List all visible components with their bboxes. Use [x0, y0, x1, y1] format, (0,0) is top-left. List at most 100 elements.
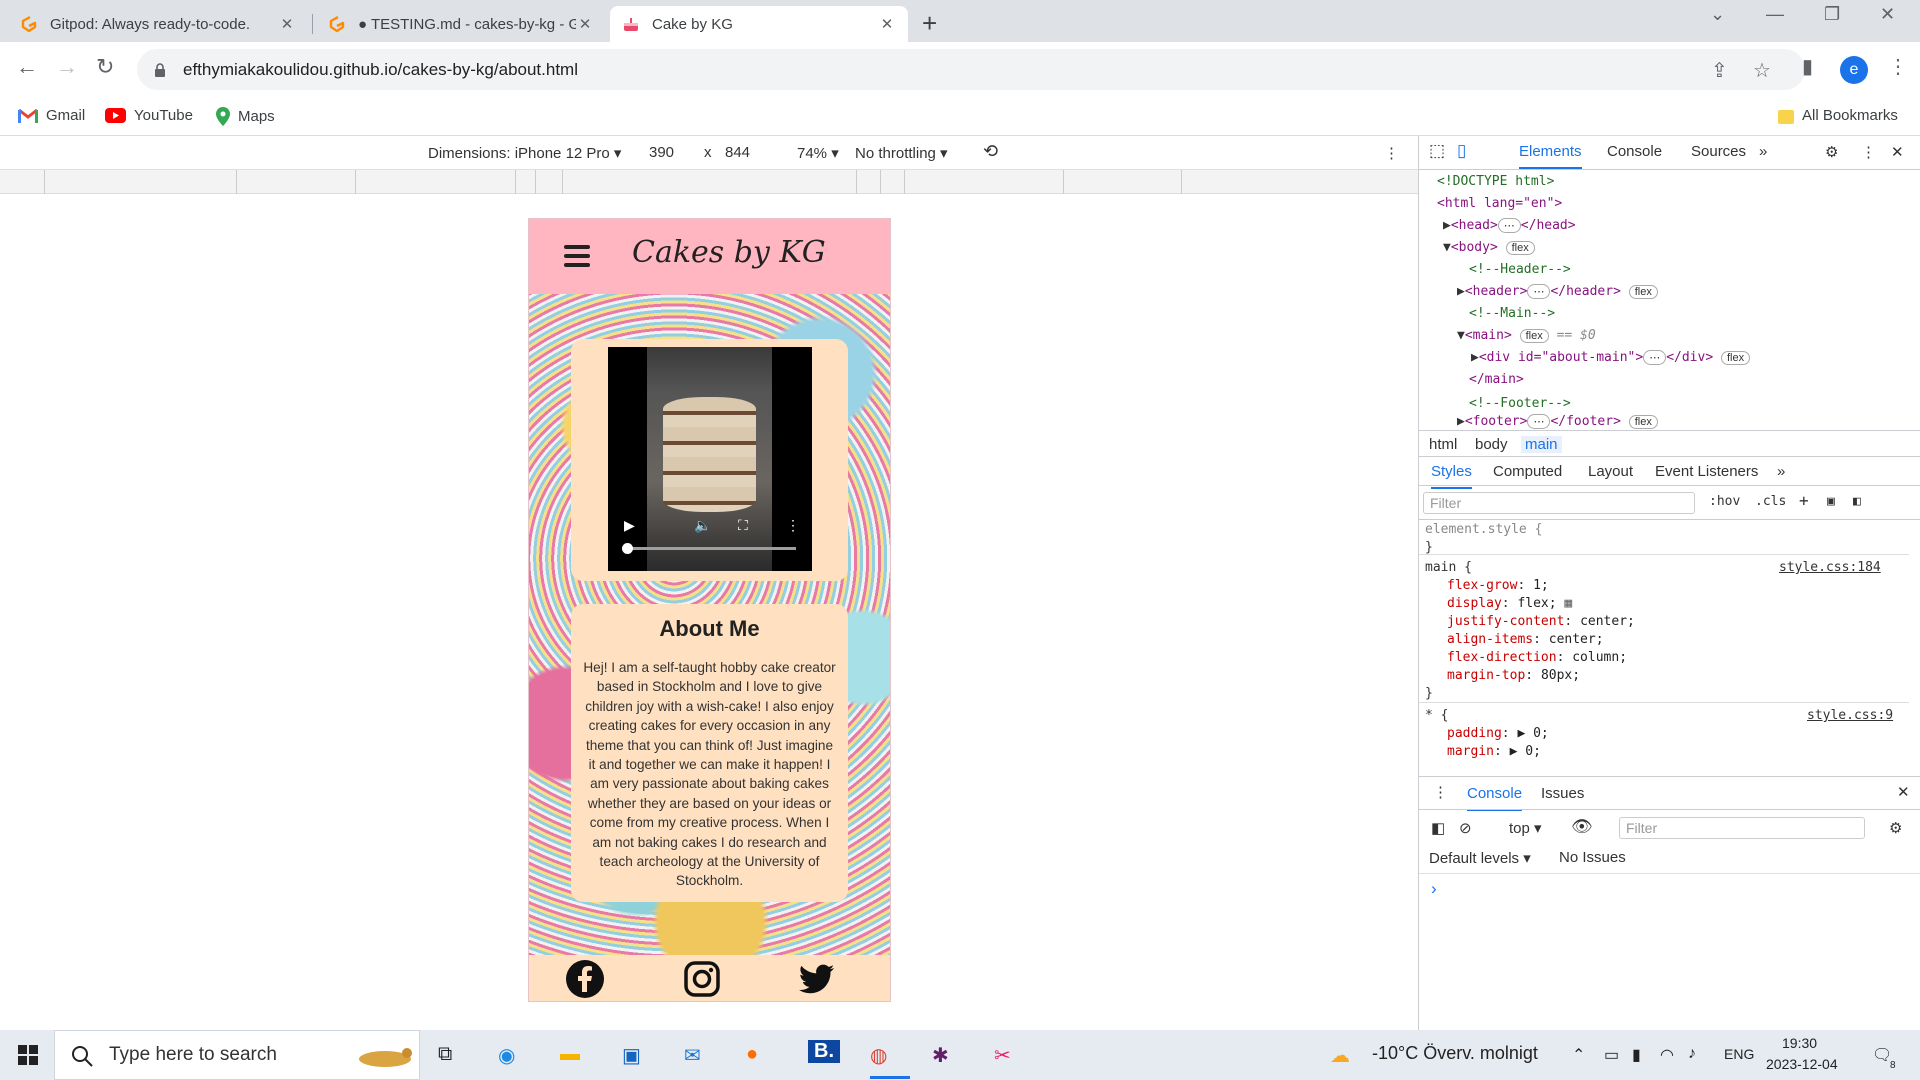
- clock-time[interactable]: 19:30: [1782, 1035, 1817, 1051]
- main-rule-source-link[interactable]: style.css:184: [1779, 560, 1881, 575]
- hamburger-menu-icon[interactable]: [564, 245, 590, 267]
- zoom-select[interactable]: 74% ▾: [797, 144, 839, 162]
- tray-chevron-icon[interactable]: ⌃: [1572, 1045, 1585, 1065]
- style-prop-row[interactable]: margin: ▶ 0;: [1447, 744, 1541, 759]
- more-tabs-icon[interactable]: »: [1759, 143, 1767, 160]
- video-progress-knob[interactable]: [622, 543, 633, 554]
- element-style-selector[interactable]: element.style {: [1425, 522, 1542, 537]
- style-prop-row[interactable]: align-items: center;: [1447, 632, 1604, 647]
- close-window-icon[interactable]: ✕: [1880, 4, 1895, 25]
- breadcrumb-body[interactable]: body: [1475, 436, 1508, 453]
- side-panel-icon[interactable]: ▮: [1802, 54, 1813, 79]
- browser-tab-cake-by-kg[interactable]: Cake by KG ✕: [610, 6, 908, 42]
- close-tab-icon[interactable]: ✕: [576, 15, 594, 33]
- facebook-icon[interactable]: [565, 959, 605, 999]
- dom-node-about-main[interactable]: ▶<div id="about-main"> ⋯ </div> flex: [1471, 350, 1751, 365]
- expand-triangle-icon[interactable]: ▶: [1457, 284, 1465, 299]
- bookmark-maps[interactable]: Maps: [216, 107, 275, 126]
- expand-triangle-icon[interactable]: ▶: [1443, 218, 1451, 233]
- dom-node-html[interactable]: <html lang="en">: [1437, 196, 1562, 211]
- breadcrumb-main[interactable]: main: [1521, 436, 1562, 453]
- toggle-sidebar-icon[interactable]: ◧: [1853, 494, 1861, 509]
- style-prop-row[interactable]: justify-content: center;: [1447, 614, 1635, 629]
- rotate-icon[interactable]: ⟲: [983, 141, 998, 162]
- expand-triangle-icon[interactable]: ▶: [1471, 350, 1479, 365]
- dom-node-footer[interactable]: ▶<footer> ⋯ </footer> flex: [1457, 414, 1658, 429]
- more-subtabs-icon[interactable]: »: [1777, 463, 1785, 480]
- forward-icon[interactable]: →: [56, 54, 78, 80]
- star-rule-source-link[interactable]: style.css:9: [1807, 708, 1893, 723]
- flexbox-editor-icon[interactable]: ▦: [1564, 596, 1572, 611]
- flex-badge[interactable]: flex: [1628, 415, 1658, 429]
- play-icon[interactable]: ▶: [624, 517, 635, 534]
- dom-comment-header[interactable]: <!--Header-->: [1469, 262, 1571, 277]
- main-rule-selector[interactable]: main {: [1425, 560, 1472, 575]
- drawer-tab-console[interactable]: Console: [1467, 785, 1523, 811]
- device-more-icon[interactable]: ⋮: [1384, 144, 1399, 162]
- close-drawer-icon[interactable]: ✕: [1897, 783, 1910, 801]
- battery-icon[interactable]: ▮: [1632, 1045, 1641, 1065]
- dom-node-body[interactable]: ▼<body> flex: [1443, 240, 1535, 255]
- style-prop-row[interactable]: padding: ▶ 0;: [1447, 726, 1549, 741]
- video-more-icon[interactable]: ⋮: [786, 517, 800, 534]
- tab-sources[interactable]: Sources: [1691, 143, 1746, 160]
- dom-node-main-close[interactable]: </main>: [1469, 372, 1524, 386]
- language-indicator[interactable]: ENG: [1724, 1046, 1754, 1062]
- close-tab-icon[interactable]: ✕: [278, 15, 296, 33]
- style-prop-row[interactable]: flex-direction: column;: [1447, 650, 1627, 665]
- tray-device-icon[interactable]: ▭: [1604, 1045, 1619, 1065]
- bitwarden-icon[interactable]: B.: [808, 1040, 840, 1063]
- console-filter-input[interactable]: Filter: [1619, 817, 1865, 839]
- device-toggle-icon[interactable]: ▯: [1457, 141, 1466, 161]
- collapse-triangle-icon[interactable]: ▼: [1443, 240, 1451, 255]
- styles-filter-input[interactable]: Filter: [1423, 492, 1695, 514]
- dom-node-main[interactable]: ▼<main> flex == $0: [1457, 328, 1596, 343]
- ellipsis-badge[interactable]: ⋯: [1527, 414, 1551, 429]
- dom-node-doctype[interactable]: <!DOCTYPE html>: [1437, 174, 1554, 189]
- cake-video[interactable]: ▶ 🔈 ⛶ ⋮: [608, 347, 812, 571]
- edge-icon[interactable]: ◉: [498, 1043, 515, 1068]
- twitter-icon[interactable]: [797, 959, 837, 999]
- store-icon[interactable]: ▣: [622, 1043, 641, 1068]
- ellipsis-badge[interactable]: ⋯: [1497, 218, 1521, 233]
- flex-badge[interactable]: flex: [1519, 329, 1549, 343]
- all-bookmarks[interactable]: All Bookmarks: [1778, 107, 1898, 124]
- minimize-icon[interactable]: —: [1766, 4, 1784, 25]
- device-dimensions-select[interactable]: Dimensions: iPhone 12 Pro ▾: [428, 144, 621, 162]
- windows-start-icon[interactable]: [18, 1045, 38, 1065]
- subtab-event-listeners[interactable]: Event Listeners: [1655, 463, 1758, 480]
- throttling-select[interactable]: No throttling ▾: [855, 144, 948, 162]
- bookmark-gmail[interactable]: Gmail: [18, 107, 85, 124]
- share-icon[interactable]: ⇪: [1711, 58, 1728, 83]
- collapse-triangle-icon[interactable]: ▼: [1457, 328, 1465, 343]
- clear-console-icon[interactable]: ⊘: [1459, 819, 1472, 837]
- close-devtools-icon[interactable]: ✕: [1891, 143, 1904, 161]
- maximize-icon[interactable]: ❐: [1824, 4, 1840, 25]
- site-brand[interactable]: Cakes by KG: [632, 235, 826, 270]
- style-prop-row[interactable]: display: flex; ▦: [1447, 596, 1572, 611]
- expand-triangle-icon[interactable]: ▶: [1457, 414, 1465, 429]
- firefox-icon[interactable]: ●: [746, 1043, 758, 1066]
- bookmark-star-icon[interactable]: ☆: [1753, 58, 1771, 83]
- chrome-icon[interactable]: ◍: [870, 1043, 887, 1068]
- tab-console[interactable]: Console: [1607, 143, 1662, 160]
- device-height-input[interactable]: 844: [725, 144, 750, 161]
- style-prop-row[interactable]: flex-grow: 1;: [1447, 578, 1549, 593]
- new-tab-icon[interactable]: +: [922, 8, 937, 39]
- weather-icon[interactable]: ☁: [1330, 1043, 1350, 1068]
- menu-kebab-icon[interactable]: ⋮: [1888, 54, 1908, 79]
- issues-count[interactable]: No Issues: [1559, 849, 1626, 866]
- taskbar-search[interactable]: Type here to search: [54, 1030, 420, 1080]
- breadcrumb-html[interactable]: html: [1429, 436, 1457, 453]
- bookmark-youtube[interactable]: YouTube: [105, 107, 193, 124]
- drawer-tab-issues[interactable]: Issues: [1541, 785, 1584, 802]
- tab-search-chevron-icon[interactable]: ⌄: [1710, 4, 1725, 25]
- slack-icon[interactable]: ✱: [932, 1043, 949, 1068]
- hov-toggle[interactable]: :hov: [1709, 494, 1740, 509]
- mute-icon[interactable]: 🔈: [694, 517, 711, 534]
- live-expression-eye-icon[interactable]: 👁: [1571, 817, 1593, 837]
- console-settings-icon[interactable]: ⚙: [1889, 819, 1902, 837]
- subtab-styles[interactable]: Styles: [1431, 463, 1472, 489]
- dom-node-header[interactable]: ▶<header> ⋯ </header> flex: [1457, 284, 1658, 299]
- fullscreen-icon[interactable]: ⛶: [738, 517, 748, 534]
